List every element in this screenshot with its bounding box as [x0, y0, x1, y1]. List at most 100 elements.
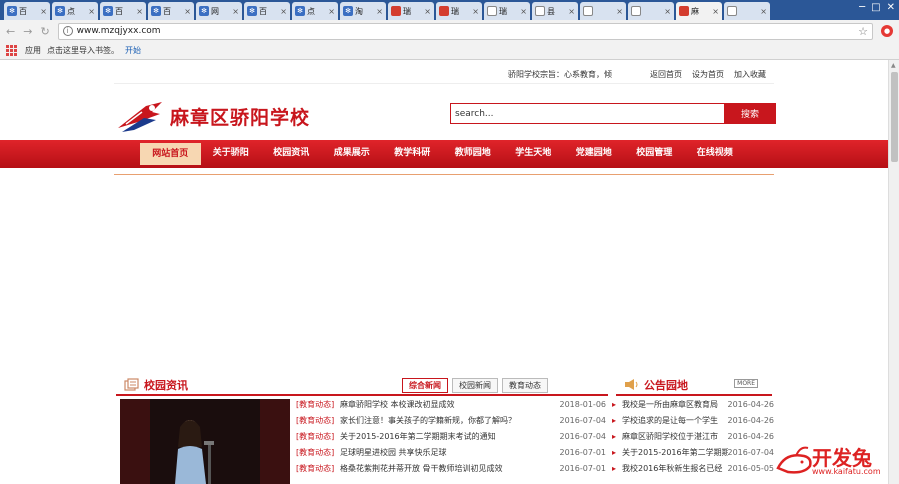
news-item[interactable]: [教育动态] 麻章骄阳学校 本校课改初显成效 2018-01-06 — [296, 397, 606, 413]
notice-title[interactable]: 我校是一所由麻章区教育局 — [622, 397, 728, 413]
search-input[interactable] — [450, 103, 724, 124]
import-bookmarks-link[interactable]: 点击这里导入书签。 — [47, 45, 119, 56]
close-tab-icon[interactable]: × — [88, 7, 95, 16]
tab-education-updates[interactable]: 教育动态 — [502, 378, 548, 393]
back-arrow-icon[interactable]: ← — [6, 25, 15, 38]
notice-item[interactable]: ▸ 学校追求的是让每一个学生 2016-04-26 — [612, 413, 774, 429]
news-title[interactable]: 格桑花紫荆花并蒂开放 骨干教师培训初见成效 — [340, 461, 560, 477]
scrollbar-thumb[interactable] — [891, 72, 898, 162]
browser-tab-label: 瑞 — [499, 6, 507, 16]
close-tab-icon[interactable]: × — [40, 7, 47, 16]
notice-title[interactable]: 我校2016年秋新生报名已经 — [622, 461, 728, 477]
close-tab-icon[interactable]: × — [328, 7, 335, 16]
nav-divider — [114, 174, 774, 175]
close-tab-icon[interactable]: × — [472, 7, 479, 16]
news-title[interactable]: 麻章骄阳学校 本校课改初显成效 — [340, 397, 560, 413]
url-input[interactable]: i www.mzqjyxx.com ☆ — [57, 22, 873, 40]
maximize-icon[interactable]: □ — [871, 2, 880, 13]
nav-item[interactable]: 网站首页 — [140, 143, 201, 165]
bookmark-star-icon[interactable]: ☆ — [858, 25, 868, 38]
close-tab-icon[interactable]: × — [616, 7, 623, 16]
browser-tab[interactable]: ✻ 网 × — [196, 2, 242, 20]
browser-tab[interactable]: × — [628, 2, 674, 20]
news-title[interactable]: 足球明星进校园 共享快乐足球 — [340, 445, 560, 461]
add-favorite-link[interactable]: 加入收藏 — [734, 69, 766, 80]
news-photo[interactable] — [120, 399, 290, 484]
browser-tab[interactable]: ✻ 淘 × — [340, 2, 386, 20]
info-icon[interactable]: i — [62, 26, 73, 36]
nav-item[interactable]: 在线视频 — [685, 140, 746, 168]
paw-icon: ✻ — [7, 6, 17, 16]
tab-general-news[interactable]: 综合新闻 — [402, 378, 448, 393]
browser-tab[interactable]: 瑞 × — [436, 2, 482, 20]
close-tab-icon[interactable]: × — [664, 7, 671, 16]
nav-item[interactable]: 关于骄阳 — [201, 140, 262, 168]
nav-item[interactable]: 教师园地 — [443, 140, 504, 168]
nav-item[interactable]: 教学科研 — [382, 140, 443, 168]
notice-title[interactable]: 关于2015-2016年第二学期期 — [622, 445, 728, 461]
main-nav-list: 网站首页 关于骄阳 校园资讯 成果展示 教学科研 教师园地 学生天地 党建园地 校园管理 在线视频 — [140, 140, 745, 168]
notice-title[interactable]: 麻章区骄阳学校位于湛江市 — [622, 429, 728, 445]
news-list: [教育动态] 麻章骄阳学校 本校课改初显成效 2018-01-06 [教育动态] 家长们… — [296, 397, 606, 477]
minimize-icon[interactable]: ─ — [859, 2, 865, 13]
close-tab-icon[interactable]: × — [184, 7, 191, 16]
browser-tab[interactable]: × — [724, 2, 770, 20]
extension-icon[interactable]: ● — [881, 25, 893, 37]
reload-icon[interactable]: ↻ — [40, 25, 49, 38]
browser-tab[interactable]: ✻ 点 × — [292, 2, 338, 20]
set-homepage-link[interactable]: 设为首页 — [692, 69, 724, 80]
news-item[interactable]: [教育动态] 家长们注意！事关孩子的学籍新规，你都了解吗？ 2016-07-04 — [296, 413, 606, 429]
arrow-bullet-icon: ▸ — [612, 464, 617, 473]
more-button[interactable]: MORE — [734, 379, 758, 388]
browser-tab-label: 麻 — [691, 6, 699, 16]
forward-arrow-icon[interactable]: → — [23, 25, 32, 38]
news-section-header: 校园资讯 综合新闻 校园新闻 教育动态 — [116, 374, 608, 396]
news-item[interactable]: [教育动态] 关于2015-2016年第二学期期末考试的通知 2016-07-04 — [296, 429, 606, 445]
browser-tab[interactable]: × — [580, 2, 626, 20]
close-tab-icon[interactable]: × — [568, 7, 575, 16]
browser-tab-label: 点 — [307, 6, 315, 16]
nav-item[interactable]: 成果展示 — [322, 140, 383, 168]
start-link[interactable]: 开始 — [125, 45, 141, 56]
apps-link[interactable]: 应用 — [25, 45, 41, 56]
close-tab-icon[interactable]: × — [232, 7, 239, 16]
browser-tab[interactable]: ✻ 百 × — [4, 2, 50, 20]
nav-item[interactable]: 学生天地 — [503, 140, 564, 168]
browser-tab[interactable]: ✻ 百 × — [244, 2, 290, 20]
news-item[interactable]: [教育动态] 格桑花紫荆花并蒂开放 骨干教师培训初见成效 2016-07-01 — [296, 461, 606, 477]
close-tab-icon[interactable]: × — [136, 7, 143, 16]
close-window-icon[interactable]: ✕ — [887, 2, 895, 13]
notice-item[interactable]: ▸ 我校2016年秋新生报名已经 2016-05-05 — [612, 461, 774, 477]
site-favicon-icon — [679, 6, 689, 16]
scroll-up-icon[interactable]: ▲ — [891, 62, 896, 69]
site-logo[interactable]: 麻章区骄阳学校 — [116, 98, 310, 134]
back-home-link[interactable]: 返回首页 — [650, 69, 682, 80]
close-tab-icon[interactable]: × — [376, 7, 383, 16]
browser-tab[interactable]: ✻ 百 × — [148, 2, 194, 20]
tab-campus-news[interactable]: 校园新闻 — [452, 378, 498, 393]
browser-tab[interactable]: 县 × — [532, 2, 578, 20]
browser-tab[interactable]: ✻ 点 × — [52, 2, 98, 20]
close-tab-icon[interactable]: × — [520, 7, 527, 16]
browser-tab[interactable]: 瑞 × — [388, 2, 434, 20]
page-scrollbar[interactable]: ▲ — [888, 60, 899, 484]
nav-item[interactable]: 校园管理 — [624, 140, 685, 168]
close-tab-icon[interactable]: × — [712, 7, 719, 16]
nav-item[interactable]: 校园资讯 — [261, 140, 322, 168]
close-tab-icon[interactable]: × — [760, 7, 767, 16]
notice-item[interactable]: ▸ 我校是一所由麻章区教育局 2016-04-26 — [612, 397, 774, 413]
notice-item[interactable]: ▸ 关于2015-2016年第二学期期 2016-07-04 — [612, 445, 774, 461]
search-button[interactable]: 搜索 — [724, 103, 776, 124]
notice-title[interactable]: 学校追求的是让每一个学生 — [622, 413, 728, 429]
close-tab-icon[interactable]: × — [280, 7, 287, 16]
nav-item[interactable]: 党建园地 — [564, 140, 625, 168]
close-tab-icon[interactable]: × — [424, 7, 431, 16]
browser-tab[interactable]: ✻ 百 × — [100, 2, 146, 20]
apps-grid-icon[interactable] — [6, 45, 17, 56]
browser-tab[interactable]: 瑞 × — [484, 2, 530, 20]
browser-tab[interactable]: 麻 × — [676, 2, 722, 20]
news-item[interactable]: [教育动态] 足球明星进校园 共享快乐足球 2016-07-01 — [296, 445, 606, 461]
news-title[interactable]: 家长们注意！事关孩子的学籍新规，你都了解吗？ — [340, 413, 560, 429]
news-title[interactable]: 关于2015-2016年第二学期期末考试的通知 — [340, 429, 560, 445]
notice-item[interactable]: ▸ 麻章区骄阳学校位于湛江市 2016-04-26 — [612, 429, 774, 445]
